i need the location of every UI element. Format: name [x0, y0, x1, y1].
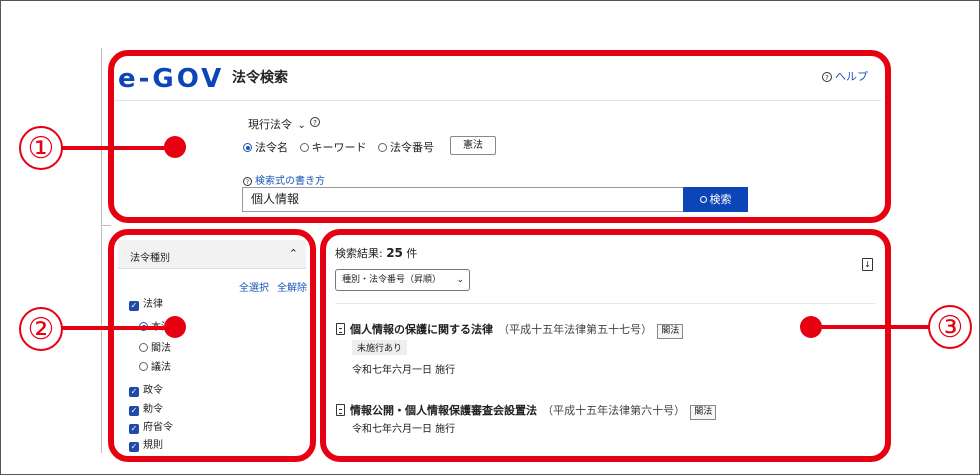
callout-leader-3: [810, 325, 930, 329]
page-left-border: [101, 48, 102, 453]
annotation-box-search: [108, 50, 891, 223]
annotation-box-filter: [108, 229, 316, 462]
section-divider: [101, 225, 111, 226]
callout-leader-2: [62, 326, 174, 330]
callout-dot-1: [164, 136, 186, 158]
callout-number-1: ①: [19, 126, 63, 170]
callout-dot-2: [164, 316, 186, 338]
callout-number-2: ②: [19, 307, 63, 351]
annotation-box-results: [320, 229, 891, 462]
callout-number-3: ③: [928, 305, 972, 349]
callout-leader-1: [62, 146, 174, 150]
